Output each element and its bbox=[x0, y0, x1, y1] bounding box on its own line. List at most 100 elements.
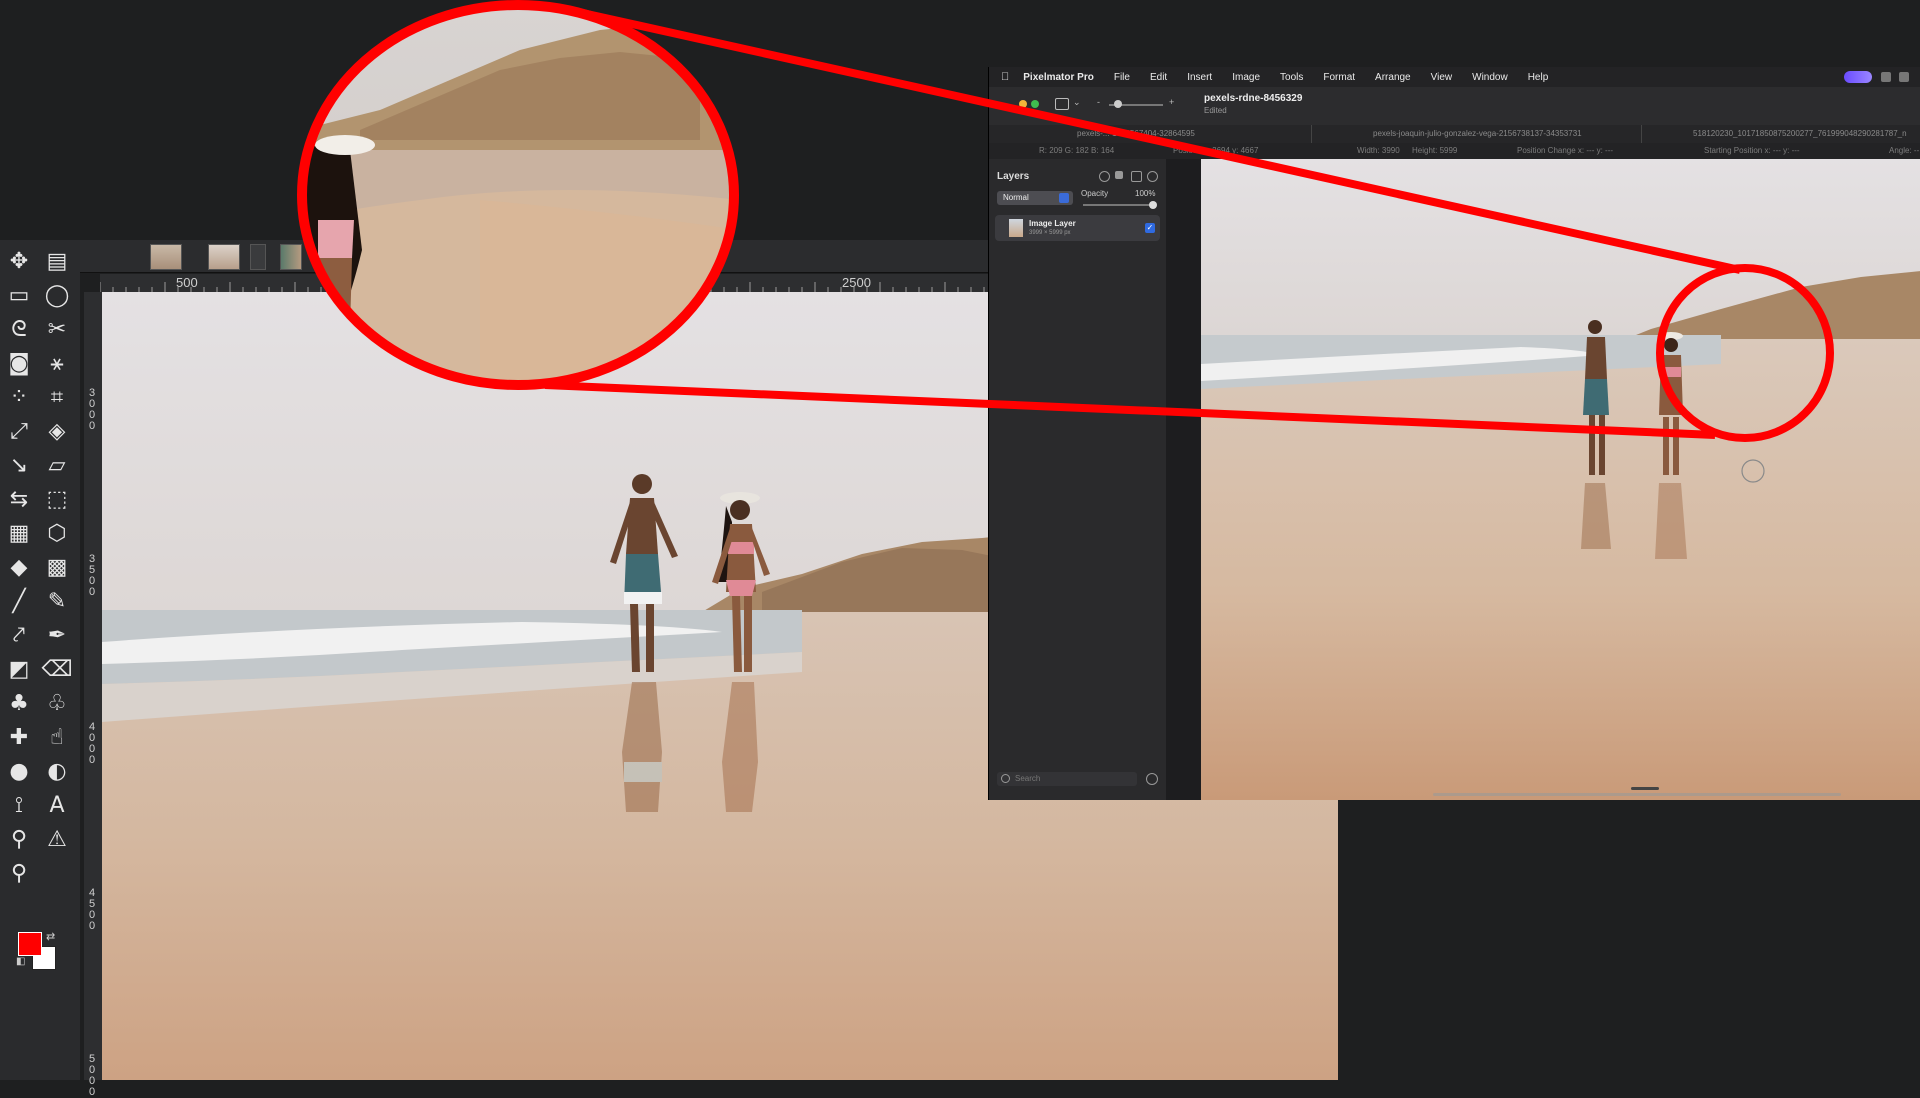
horizontal-ruler: 500 2500 bbox=[100, 274, 990, 293]
layers-title: Layers bbox=[997, 171, 1030, 182]
zoom-slider-knob[interactable] bbox=[1114, 100, 1122, 108]
pixelmator-canvas[interactable] bbox=[1201, 159, 1920, 800]
unified-transform-icon[interactable]: ⤢ bbox=[4, 416, 34, 446]
zoom-in-icon[interactable]: + bbox=[1169, 97, 1174, 107]
tab-divider bbox=[1311, 125, 1312, 143]
apple-icon[interactable]:  bbox=[1001, 71, 1009, 83]
scroll-indicator bbox=[1631, 787, 1659, 790]
vertical-ruler: 3000 3500 4000 4500 5000 bbox=[84, 292, 103, 1098]
blend-mode-select[interactable]: Normal bbox=[997, 191, 1073, 205]
menu-window[interactable]: Window bbox=[1472, 72, 1508, 83]
eraser-icon[interactable]: ⌫ bbox=[41, 654, 72, 684]
image-tab[interactable] bbox=[280, 244, 302, 270]
mask-icon[interactable] bbox=[1115, 171, 1123, 179]
menu-arrange[interactable]: Arrange bbox=[1375, 72, 1411, 83]
fuzzy-select-icon[interactable]: ⚹ bbox=[42, 348, 72, 378]
ruler-label: 4000 bbox=[88, 721, 96, 766]
ellipse-select-icon[interactable]: ◯ bbox=[42, 280, 72, 310]
zoom-out-icon[interactable]: - bbox=[1097, 97, 1100, 107]
swap-colors-icon[interactable]: ⇄ bbox=[46, 930, 55, 943]
menu-format[interactable]: Format bbox=[1323, 72, 1355, 83]
paths-icon[interactable]: ⟟ bbox=[4, 790, 34, 820]
lasso-icon[interactable]: ᘓ bbox=[4, 314, 34, 344]
menu-file[interactable]: File bbox=[1114, 72, 1130, 83]
measure-icon[interactable]: ⚠ bbox=[42, 824, 72, 854]
handle-transform-icon[interactable]: ↘ bbox=[4, 450, 34, 480]
layers-search-field[interactable]: Search bbox=[997, 772, 1137, 786]
document-tabs: pexels-...-1030567404-32864595 pexels-jo… bbox=[989, 125, 1920, 144]
heal-icon[interactable]: ✚ bbox=[4, 722, 34, 752]
layer-row[interactable]: Image Layer 3999 × 5999 px ✓ bbox=[995, 215, 1160, 241]
menu-bar:  Pixelmator Pro File Edit Insert Image … bbox=[989, 67, 1920, 87]
document-title: pexels-rdne-8456329 bbox=[1204, 93, 1303, 104]
status-icon[interactable] bbox=[1899, 72, 1909, 82]
horizontal-scrollbar[interactable] bbox=[1433, 793, 1841, 796]
default-colors-icon[interactable]: ◧ bbox=[16, 956, 25, 967]
window-minimize-button[interactable] bbox=[1019, 100, 1027, 108]
menu-tools[interactable]: Tools bbox=[1280, 72, 1303, 83]
3d-transform-icon[interactable]: ▦ bbox=[4, 518, 34, 548]
menu-view[interactable]: View bbox=[1431, 72, 1453, 83]
select-arrows-icon bbox=[1059, 193, 1069, 203]
image-tab[interactable] bbox=[208, 244, 240, 270]
warp-transform-icon[interactable]: ◈ bbox=[42, 416, 72, 446]
pencil-icon[interactable]: ✎ bbox=[42, 586, 72, 616]
document-tab[interactable]: pexels-joaquin-julio-gonzalez-vega-21567… bbox=[1373, 129, 1582, 138]
blur-icon[interactable]: ● bbox=[4, 756, 34, 786]
rect-select-icon[interactable]: ▭ bbox=[4, 280, 34, 310]
document-tab[interactable]: pexels-...-1030567404-32864595 bbox=[1077, 129, 1195, 138]
add-layer-icon[interactable] bbox=[1147, 171, 1158, 182]
menu-app-name[interactable]: Pixelmator Pro bbox=[1023, 72, 1094, 83]
smudge-icon[interactable]: ☝ bbox=[42, 722, 72, 752]
menu-help[interactable]: Help bbox=[1528, 72, 1549, 83]
document-status: Edited bbox=[1204, 106, 1227, 115]
dodge-burn-icon[interactable]: ◐ bbox=[42, 756, 72, 786]
text-icon[interactable]: A bbox=[42, 790, 72, 820]
perspective-icon[interactable]: ⬚ bbox=[42, 484, 72, 514]
position-change-readout: Position Change x: --- y: --- bbox=[1517, 146, 1614, 155]
menu-edit[interactable]: Edit bbox=[1150, 72, 1167, 83]
menu-image[interactable]: Image bbox=[1232, 72, 1260, 83]
shear-icon[interactable]: ▱ bbox=[42, 450, 72, 480]
color-picker-icon[interactable]: ⚲ bbox=[4, 824, 34, 854]
layers-panel: Layers Normal Opacity 100% Image Layer 3… bbox=[989, 159, 1167, 800]
window-zoom-button[interactable] bbox=[1031, 100, 1039, 108]
toolbox: ✥ ▤ ▭ ◯ ᘓ ✂ ◙ ⚹ ⁘ ⌗ ⤢ ◈ ↘ ▱ ⇆ ⬚ ▦ ⬡ ◆ ▩ ╱ ✎ ⤤ ✒ ◩ ⌫ ♣ ♧ ✚ ☝ ● ◐ ⟟ A ⚲ ⚠ ⚲ ⇄ ◧ bbox=[0, 240, 80, 1080]
cage-transform-icon[interactable]: ⬡ bbox=[42, 518, 72, 548]
mypaint-brush-icon[interactable]: ◩ bbox=[4, 654, 34, 684]
control-center-icon[interactable] bbox=[1881, 72, 1891, 82]
scissors-icon[interactable]: ✂ bbox=[42, 314, 72, 344]
layer-group-icon[interactable] bbox=[1131, 171, 1142, 182]
document-tab[interactable]: 518120230_10171850875200277_761999048290… bbox=[1693, 129, 1907, 138]
opacity-slider[interactable] bbox=[1083, 204, 1153, 206]
move-icon[interactable]: ✥ bbox=[4, 246, 34, 276]
bucket-fill-icon[interactable]: ◆ bbox=[4, 552, 34, 582]
opacity-slider-knob[interactable] bbox=[1149, 201, 1157, 209]
filter-icon[interactable] bbox=[1146, 773, 1158, 785]
crop-icon[interactable]: ⌗ bbox=[42, 382, 72, 412]
perspective-clone-icon[interactable]: ♧ bbox=[42, 688, 72, 718]
ink-icon[interactable]: ✒ bbox=[42, 620, 72, 650]
image-tab[interactable] bbox=[150, 244, 182, 270]
layer-size: 3999 × 5999 px bbox=[1029, 230, 1071, 236]
opacity-label: Opacity bbox=[1081, 189, 1109, 198]
remove-layer-icon[interactable] bbox=[1099, 171, 1110, 182]
blend-mode-value: Normal bbox=[1003, 193, 1029, 202]
airbrush-icon[interactable]: ⤤ bbox=[4, 620, 34, 650]
siri-icon[interactable] bbox=[1844, 71, 1872, 83]
foreground-select-icon[interactable]: ◙ bbox=[4, 348, 34, 378]
layer-visibility-checkbox[interactable]: ✓ bbox=[1145, 223, 1155, 233]
clone-icon[interactable]: ♣ bbox=[4, 688, 34, 718]
menu-insert[interactable]: Insert bbox=[1187, 72, 1212, 83]
by-color-select-icon[interactable]: ⁘ bbox=[4, 382, 34, 412]
flip-icon[interactable]: ⇆ bbox=[4, 484, 34, 514]
color-readout: R: 209 G: 182 B: 164 bbox=[1039, 146, 1115, 155]
paintbrush-icon[interactable]: ╱ bbox=[4, 586, 34, 616]
sidebar-toggle-icon[interactable] bbox=[1055, 98, 1069, 110]
gradient-icon[interactable]: ▩ bbox=[42, 552, 72, 582]
foreground-color-swatch[interactable] bbox=[18, 932, 42, 956]
align-icon[interactable]: ▤ bbox=[42, 246, 72, 276]
image-tab[interactable] bbox=[250, 244, 266, 270]
chevron-down-icon[interactable]: ⌄ bbox=[1073, 97, 1081, 108]
zoom-icon[interactable]: ⚲ bbox=[4, 858, 34, 888]
